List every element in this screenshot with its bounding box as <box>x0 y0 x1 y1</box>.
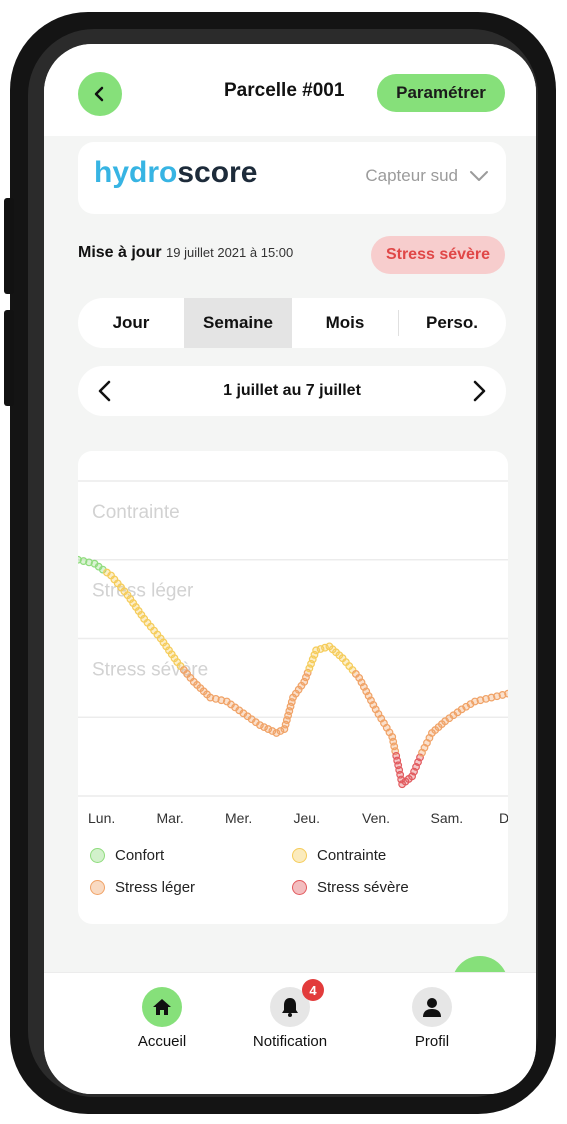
user-icon <box>412 987 452 1027</box>
date-range-label: 1 juillet au 7 juillet <box>223 382 361 399</box>
volume-up-button <box>4 198 14 294</box>
page-title: Parcelle #001 <box>224 80 345 101</box>
chevron-left-icon <box>94 86 104 102</box>
legend-confort: Confort <box>90 847 164 864</box>
x-tick-label: Mar. <box>157 810 184 826</box>
legend-dot-contrainte <box>292 848 307 863</box>
update-info: Mise à jour 19 juillet 2021 à 15:00 <box>78 244 293 262</box>
legend-stress-leger: Stress léger <box>90 879 195 896</box>
legend-dot-stress-leger <box>90 880 105 895</box>
nav-label-notification: Notification <box>252 1033 328 1050</box>
hydroscore-logo: hydroscore <box>94 156 257 190</box>
sensor-select-value: Capteur sud <box>365 166 458 185</box>
tab-mois[interactable]: Mois <box>292 298 398 348</box>
next-period-icon[interactable] <box>466 377 492 405</box>
nav-notification[interactable]: 4 Notification <box>220 973 360 1073</box>
user-glyph <box>423 998 441 1017</box>
bottom-navigation: Accueil 4 Notification Profil <box>44 972 536 1094</box>
legend-contrainte: Contrainte <box>292 847 386 864</box>
app-screen: Parcelle #001 Paramétrer hydroscore Capt… <box>44 44 536 1094</box>
legend-label-stress-leger: Stress léger <box>115 879 196 896</box>
x-tick-label: Jeu. <box>294 810 320 826</box>
nav-profil[interactable]: Profil <box>362 973 502 1073</box>
data-point <box>504 689 512 698</box>
volume-down-button <box>4 310 14 406</box>
date-range-selector: 1 juillet au 7 juillet <box>78 366 506 416</box>
nav-accueil[interactable]: Accueil <box>92 973 232 1073</box>
back-button[interactable] <box>78 72 122 116</box>
legend-stress-severe: Stress sévère <box>292 879 409 896</box>
hydroscore-chart-card: Confort Contrainte Stress léger Stress sévè… <box>74 423 528 924</box>
tab-semaine[interactable]: Semaine <box>184 298 292 348</box>
settings-button[interactable]: Paramétrer <box>377 74 505 112</box>
x-tick-label: Dim. <box>499 810 508 826</box>
x-tick-label: Ven. <box>362 810 390 826</box>
nav-label-accueil: Accueil <box>137 1033 187 1050</box>
notification-badge: 4 <box>302 979 324 1001</box>
logo-part-score: score <box>177 156 258 189</box>
zone-label: Contrainte <box>92 502 180 523</box>
update-date: 19 juillet 2021 à 15:00 <box>166 245 294 260</box>
legend-label-confort: Confort <box>115 847 165 864</box>
previous-period-icon[interactable] <box>92 377 118 405</box>
home-icon <box>142 987 182 1027</box>
sensor-card: hydroscore Capteur sud <box>78 142 506 214</box>
tab-perso[interactable]: Perso. <box>398 298 506 348</box>
update-prefix: Mise à jour <box>78 244 162 261</box>
chevron-down-icon <box>470 171 488 181</box>
sensor-select[interactable]: Capteur sud <box>365 166 490 186</box>
legend-label-contrainte: Contrainte <box>317 847 387 864</box>
tab-jour[interactable]: Jour <box>78 298 184 348</box>
zone-label: Stress léger <box>92 581 194 602</box>
top-bar: Parcelle #001 Paramétrer <box>44 44 536 136</box>
legend-label-stress-severe: Stress sévère <box>317 879 409 896</box>
x-tick-label: Lun. <box>88 810 115 826</box>
x-tick-label: Mer. <box>225 810 252 826</box>
bell-glyph <box>282 998 298 1017</box>
legend-dot-stress-severe <box>292 880 307 895</box>
nav-label-profil: Profil <box>414 1033 450 1050</box>
period-tabs: Jour Semaine Mois Perso. <box>78 298 506 348</box>
status-badge: Stress sévère <box>371 236 505 274</box>
legend-dot-confort <box>90 848 105 863</box>
home-glyph <box>153 999 171 1015</box>
x-tick-label: Sam. <box>431 810 464 826</box>
logo-part-hydro: hydro <box>94 156 178 189</box>
